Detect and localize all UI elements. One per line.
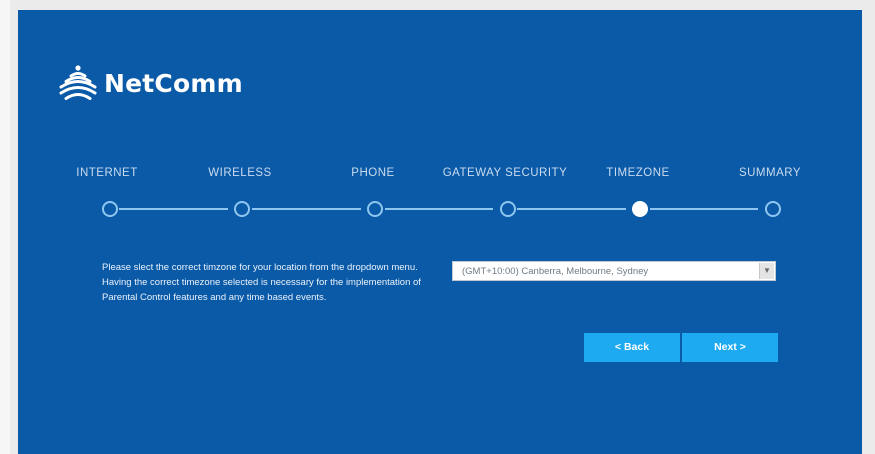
step-label-wireless: WIRELESS <box>208 167 272 179</box>
step-dot-internet <box>102 201 118 217</box>
setup-wizard-panel: NetComm INTERNET WIRELESS PHONE GATEWAY … <box>18 10 862 454</box>
window-edge <box>0 0 10 454</box>
timezone-instructions: Please slect the correct timzone for you… <box>102 262 421 303</box>
timezone-selected-value: (GMT+10:00) Canberra, Melbourne, Sydney <box>462 266 649 277</box>
step-dot-timezone <box>632 201 648 217</box>
step-dot-gateway-security <box>500 201 516 217</box>
step-dot-wireless <box>234 201 250 217</box>
chevron-down-icon[interactable]: ▼ <box>759 263 774 279</box>
step-label-phone: PHONE <box>351 167 395 179</box>
netcomm-logo: NetComm <box>58 63 243 103</box>
step-connector <box>650 208 758 210</box>
step-connector <box>385 208 493 210</box>
back-button[interactable]: < Back <box>584 333 680 362</box>
step-label-gateway-security: GATEWAY SECURITY <box>442 167 568 179</box>
step-dot-summary <box>765 201 781 217</box>
brand-name: NetComm <box>104 68 243 98</box>
next-button[interactable]: Next > <box>682 333 778 362</box>
step-connector <box>517 208 626 210</box>
step-connector <box>119 208 228 210</box>
step-dot-phone <box>367 201 383 217</box>
step-label-summary: SUMMARY <box>738 167 802 179</box>
wifi-signal-icon <box>59 65 97 100</box>
step-label-timezone: TIMEZONE <box>606 167 670 179</box>
step-label-internet: INTERNET <box>76 167 138 179</box>
step-connector <box>252 208 361 210</box>
timezone-dropdown[interactable]: (GMT+10:00) Canberra, Melbourne, Sydney … <box>452 261 776 281</box>
